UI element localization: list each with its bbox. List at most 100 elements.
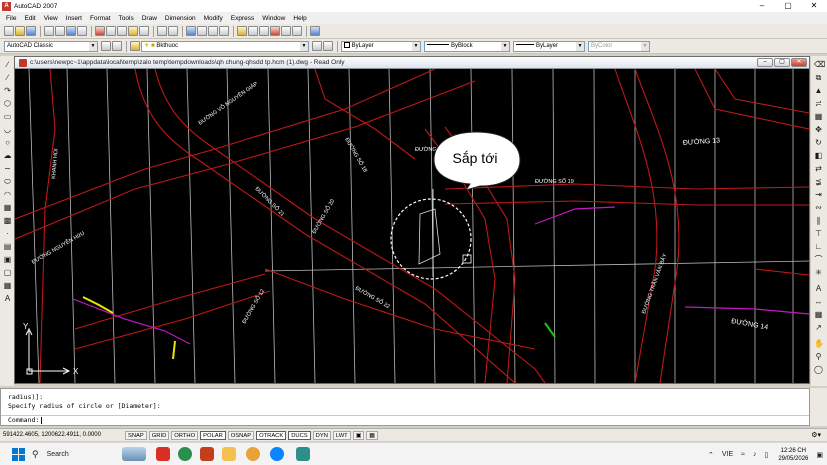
tray-settings-icon[interactable]: ⚙▾ xyxy=(811,431,821,439)
cursor-coordinates[interactable]: 591422.4605, 1200622.4911, 0.0000 xyxy=(3,432,125,438)
rotate-icon[interactable]: ↻ xyxy=(814,138,823,147)
model-space-canvas[interactable]: ĐƯỜNG 13 ĐƯỜNG 14 ĐƯỜNG SỐ 19 ĐƯỜNG SỐ 1… xyxy=(15,69,809,383)
menu-window[interactable]: Window xyxy=(258,15,289,22)
volume-icon[interactable]: ♪ xyxy=(753,451,757,458)
quickcalc-icon[interactable] xyxy=(292,26,302,36)
text-style-icon[interactable]: A xyxy=(814,284,823,293)
layer-dropdown[interactable]: ☀ ■ Bkthuoc ▼ xyxy=(141,40,309,52)
break-at-point-icon[interactable]: ∾ xyxy=(814,203,823,212)
line-icon[interactable]: ∕ xyxy=(3,60,12,69)
design-center-icon[interactable] xyxy=(248,26,258,36)
edge-browser-icon[interactable] xyxy=(178,447,192,461)
gradient-icon[interactable]: ▣ xyxy=(3,255,12,264)
notification-icon[interactable]: ▣ xyxy=(816,451,823,459)
insert-block-icon[interactable]: ▦ xyxy=(3,203,12,212)
construction-line-icon[interactable]: ∕ xyxy=(3,73,12,82)
ellipse-icon[interactable]: ⬭ xyxy=(3,177,12,186)
plot-preview-icon[interactable] xyxy=(55,26,65,36)
stretch-icon[interactable]: ⇄ xyxy=(814,164,823,173)
arc-icon[interactable]: ◡ xyxy=(3,125,12,134)
sheet-set-manager-icon[interactable] xyxy=(270,26,280,36)
open-file-icon[interactable] xyxy=(15,26,25,36)
pan-icon[interactable] xyxy=(186,26,196,36)
zalo-icon[interactable] xyxy=(270,447,284,461)
chamfer-icon[interactable]: ∟ xyxy=(814,242,823,251)
multiline-text-icon[interactable]: A xyxy=(3,294,12,303)
3d-dwf-icon[interactable] xyxy=(77,26,87,36)
copy-object-icon[interactable]: ⧉ xyxy=(814,73,823,82)
battery-icon[interactable]: ▯ xyxy=(764,451,768,459)
workspace-dropdown[interactable]: AutoCAD Classic ▼ xyxy=(4,40,98,52)
minimize-button[interactable]: – xyxy=(749,0,775,12)
pan-realtime-icon[interactable]: ✋ xyxy=(814,339,824,348)
rectangle-icon[interactable]: ▭ xyxy=(3,112,12,121)
otrack-toggle[interactable]: OTRACK xyxy=(256,430,287,440)
command-input[interactable]: Command: xyxy=(8,416,43,425)
autocad-app-icon[interactable]: A xyxy=(2,1,11,11)
autocad-taskbar-icon[interactable] xyxy=(296,447,310,461)
dimension-style-icon[interactable]: ↔ xyxy=(814,297,823,306)
extend-icon[interactable]: ⇥ xyxy=(814,190,823,199)
table-style-icon[interactable]: ▦ xyxy=(814,310,823,319)
ortho-toggle[interactable]: ORTHO xyxy=(171,430,199,440)
weather-widget-icon[interactable] xyxy=(122,447,146,461)
menu-tools[interactable]: Tools xyxy=(115,15,138,22)
menu-view[interactable]: View xyxy=(40,15,62,22)
make-block-icon[interactable]: ▩ xyxy=(3,216,12,225)
menu-file[interactable]: File xyxy=(2,15,20,22)
chevron-up-icon[interactable]: ⌃ xyxy=(708,451,714,459)
mirror-icon[interactable]: ▲ xyxy=(814,86,823,95)
menu-draw[interactable]: Draw xyxy=(138,15,161,22)
plot-icon[interactable] xyxy=(44,26,54,36)
linetype-dropdown[interactable]: ByBlock ▼ xyxy=(424,40,510,52)
new-file-icon[interactable] xyxy=(4,26,14,36)
wifi-icon[interactable]: ≈ xyxy=(741,451,745,458)
ellipse-arc-icon[interactable]: ◠ xyxy=(3,190,12,199)
windows-start-icon[interactable] xyxy=(12,448,25,461)
drawing-minimize-button[interactable]: – xyxy=(757,58,773,67)
lineweight-dropdown[interactable]: ByLayer ▼ xyxy=(513,40,585,52)
layer-previous-icon[interactable] xyxy=(323,41,333,51)
plotstyle-dropdown[interactable]: ByColor ▼ xyxy=(588,40,650,52)
redo-icon[interactable] xyxy=(168,26,178,36)
explode-icon[interactable]: ✳ xyxy=(814,268,823,277)
menu-express[interactable]: Express xyxy=(227,15,258,22)
hatch-icon[interactable]: ▤ xyxy=(3,242,12,251)
orbit-icon[interactable]: ◯ xyxy=(814,365,823,374)
region-icon[interactable]: ▢ xyxy=(3,268,12,277)
command-scrollbar[interactable] xyxy=(810,388,827,426)
scale-icon[interactable]: ◧ xyxy=(814,151,823,160)
drawing-close-button[interactable]: ✕ xyxy=(791,58,807,67)
polar-toggle[interactable]: POLAR xyxy=(200,430,226,440)
drawing-restore-button[interactable]: ▢ xyxy=(774,58,790,67)
properties-icon[interactable] xyxy=(237,26,247,36)
dyn-toggle[interactable]: DYN xyxy=(312,430,331,440)
markup-set-manager-icon[interactable] xyxy=(281,26,291,36)
ducs-toggle[interactable]: DUCS xyxy=(288,430,311,440)
cut-icon[interactable] xyxy=(95,26,105,36)
offset-icon[interactable]: ≓ xyxy=(814,99,823,108)
erase-icon[interactable]: ⌫ xyxy=(814,60,825,69)
match-properties-icon[interactable] xyxy=(128,26,138,36)
circle-icon[interactable]: ○ xyxy=(3,138,12,147)
array-icon[interactable]: ▦ xyxy=(814,112,823,121)
help-icon[interactable] xyxy=(310,26,320,36)
menu-help[interactable]: Help xyxy=(289,15,310,22)
block-editor-icon[interactable] xyxy=(139,26,149,36)
osnap-toggle[interactable]: OSNAP xyxy=(227,430,255,440)
revision-cloud-icon[interactable]: ☁ xyxy=(3,151,12,160)
chrome-icon[interactable] xyxy=(246,447,260,461)
publish-icon[interactable] xyxy=(66,26,76,36)
menu-edit[interactable]: Edit xyxy=(20,15,39,22)
grid-toggle[interactable]: GRID xyxy=(148,430,170,440)
maximize-button[interactable]: ▢ xyxy=(775,0,801,12)
break-icon[interactable]: ∥ xyxy=(814,216,823,225)
zoom-window-icon[interactable] xyxy=(208,26,218,36)
layout-icon[interactable]: ▦ xyxy=(366,430,378,440)
point-icon[interactable]: · xyxy=(3,229,12,238)
zoom-previous-icon[interactable] xyxy=(219,26,229,36)
close-button[interactable]: ✕ xyxy=(801,0,827,12)
color-dropdown[interactable]: ByLayer ▼ xyxy=(341,40,421,52)
file-explorer-icon[interactable] xyxy=(222,447,236,461)
undo-icon[interactable] xyxy=(157,26,167,36)
